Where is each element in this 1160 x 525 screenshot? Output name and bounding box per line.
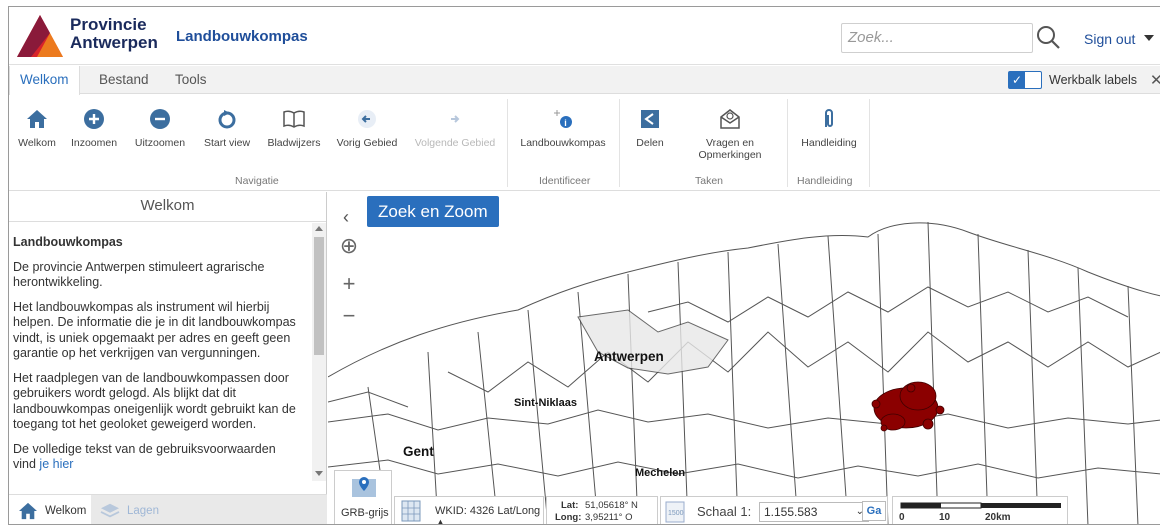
bookmarks-button[interactable]: Bladwijzers [263,95,325,165]
map-view[interactable] [328,192,1160,524]
search-icon[interactable] [1035,24,1061,50]
group-label-taken: Taken [695,175,724,187]
scroll-thumb[interactable] [314,237,324,355]
group-divider [507,99,508,187]
municipality-boundaries [328,221,1160,524]
locate-icon[interactable]: ⊕ [335,233,363,261]
close-icon[interactable]: ✕ [1150,71,1160,89]
province-logo-text: Provincie Antwerpen [70,15,158,52]
home-icon [19,502,37,520]
scroll-up-icon[interactable] [315,226,323,231]
toolbar-labels-toggle[interactable]: ✓ [1008,71,1042,89]
next-extent-button[interactable]: Volgende Gebied [409,95,501,165]
tab-welkom[interactable]: Welkom [9,66,80,95]
place-label: Antwerpen [594,349,664,364]
home-icon [27,110,47,128]
place-label: Gent [403,444,434,459]
share-button[interactable]: Delen [625,95,675,165]
search-input[interactable]: Zoek... [841,23,1033,53]
scale-select[interactable]: 1.155.583 ⌄ [759,502,869,522]
search-zoom-button[interactable]: Zoek en Zoom [367,196,499,227]
book-icon [283,110,305,128]
ribbon-toolbar: Welkom Inzoomen Uitzoomen Start view Bla… [9,95,1160,191]
panel-content: Landbouwkompas De provincie Antwerpen st… [9,223,312,476]
paperclip-icon [825,109,833,127]
tab-bestand[interactable]: Bestand [89,66,159,94]
panel-title: Welkom [9,192,326,222]
go-button[interactable]: Ga [862,501,886,521]
app-window: Provincie Antwerpen Landbouwkompas Zoek.… [8,6,1160,525]
svg-text:1500: 1500 [668,510,684,517]
feedback-button[interactable]: Vragen en Opmerkingen [679,95,781,165]
zoom-in-button[interactable]: Inzoomen [65,95,123,165]
minus-circle-icon [150,109,170,129]
group-divider [619,99,620,187]
grid-icon [401,500,421,522]
plus-circle-icon [84,109,104,129]
tab-tools[interactable]: Tools [165,66,217,94]
map-statusbar: GRB-grijs WKID: 4326 Lat/Long ▲ Lat: 51,… [328,470,1160,525]
group-label-navigatie: Navigatie [235,175,279,187]
group-label-handleiding: Handleiding [797,175,853,187]
group-label-identificeer: Identificeer [539,175,591,187]
map-zoom-out-button[interactable]: − [335,303,363,331]
terms-link[interactable]: je hier [39,457,73,471]
ribbon-tabbar: Welkom Bestand Tools [9,66,1160,95]
check-icon: ✓ [1009,72,1025,88]
share-icon [641,110,659,128]
group-divider [869,99,870,187]
coordinate-system-box[interactable]: WKID: 4326 Lat/Long ▲ [394,496,544,525]
identify-button[interactable]: i Landbouwkompas [513,95,613,165]
scale-label: Schaal 1: [697,504,752,519]
mail-icon [720,109,740,129]
feedback-label: Vragen en Opmerkingen [698,137,762,161]
scale-icon: 1500 [665,501,685,523]
parcel-cluster [871,381,945,432]
province-logo-icon [17,15,63,57]
scroll-down-icon[interactable] [315,471,323,476]
place-label: Sint-Niklaas [514,397,577,409]
map-pin-icon [352,477,376,497]
panel-paragraph: Het landbouwkompas als instrument wil hi… [13,299,296,361]
app-header: Provincie Antwerpen Landbouwkompas Zoek.… [9,7,1160,65]
scale-box: 1500 Schaal 1: 1.155.583 ⌄ [660,496,888,524]
footer-tab-welkom[interactable]: Welkom [9,495,91,524]
panel-scrollbar[interactable] [312,223,326,481]
manual-button[interactable]: Handleiding [793,95,865,165]
zoom-out-button[interactable]: Uitzoomen [129,95,191,165]
place-label: Mechelen [635,467,686,479]
map-zoom-in-button[interactable]: + [335,271,363,299]
crs-label: WKID: 4326 Lat/Long ▲ [435,505,541,525]
panel-paragraph: Het raadplegen van de landbouwkompassen … [13,370,296,432]
identify-icon: i [554,110,572,128]
scalebar: 0 10 20km [892,496,1068,524]
forward-arrow-icon [451,115,460,123]
toolbar-labels-label: Werkbalk labels [1049,73,1138,87]
welkom-button[interactable]: Welkom [13,95,61,165]
basemap-switcher[interactable]: GRB-grijs [334,470,392,524]
start-view-button[interactable]: Start view [197,95,257,165]
layers-icon [100,503,120,518]
panel-paragraph: De provincie Antwerpen stimuleert agrari… [13,259,265,290]
app-title: Landbouwkompas [176,28,308,45]
panel-paragraph: De volledige tekst van de gebruiksvoorwa… [13,441,276,472]
panel-heading: Landbouwkompas [13,235,123,249]
footer-tab-lagen[interactable]: Lagen [91,495,327,524]
refresh-icon [218,110,236,129]
back-arrow-icon [358,110,376,128]
svg-text:i: i [564,118,567,128]
collapse-panel-icon[interactable]: ‹ [343,207,349,228]
sign-out-link[interactable]: Sign out [1084,31,1135,47]
chevron-down-icon[interactable] [1144,35,1154,41]
coordinate-readout: Lat: 51,05618° N Long: 3,95211° O [546,496,658,524]
panel-footer-tabs: Welkom Lagen [9,494,327,524]
group-divider [787,99,788,187]
welcome-panel: Welkom Landbouwkompas De provincie Antwe… [9,192,327,524]
previous-extent-button[interactable]: Vorig Gebied [331,95,403,165]
basemap-label: GRB-grijs [341,507,389,519]
scalebar-graphic [900,502,1061,509]
